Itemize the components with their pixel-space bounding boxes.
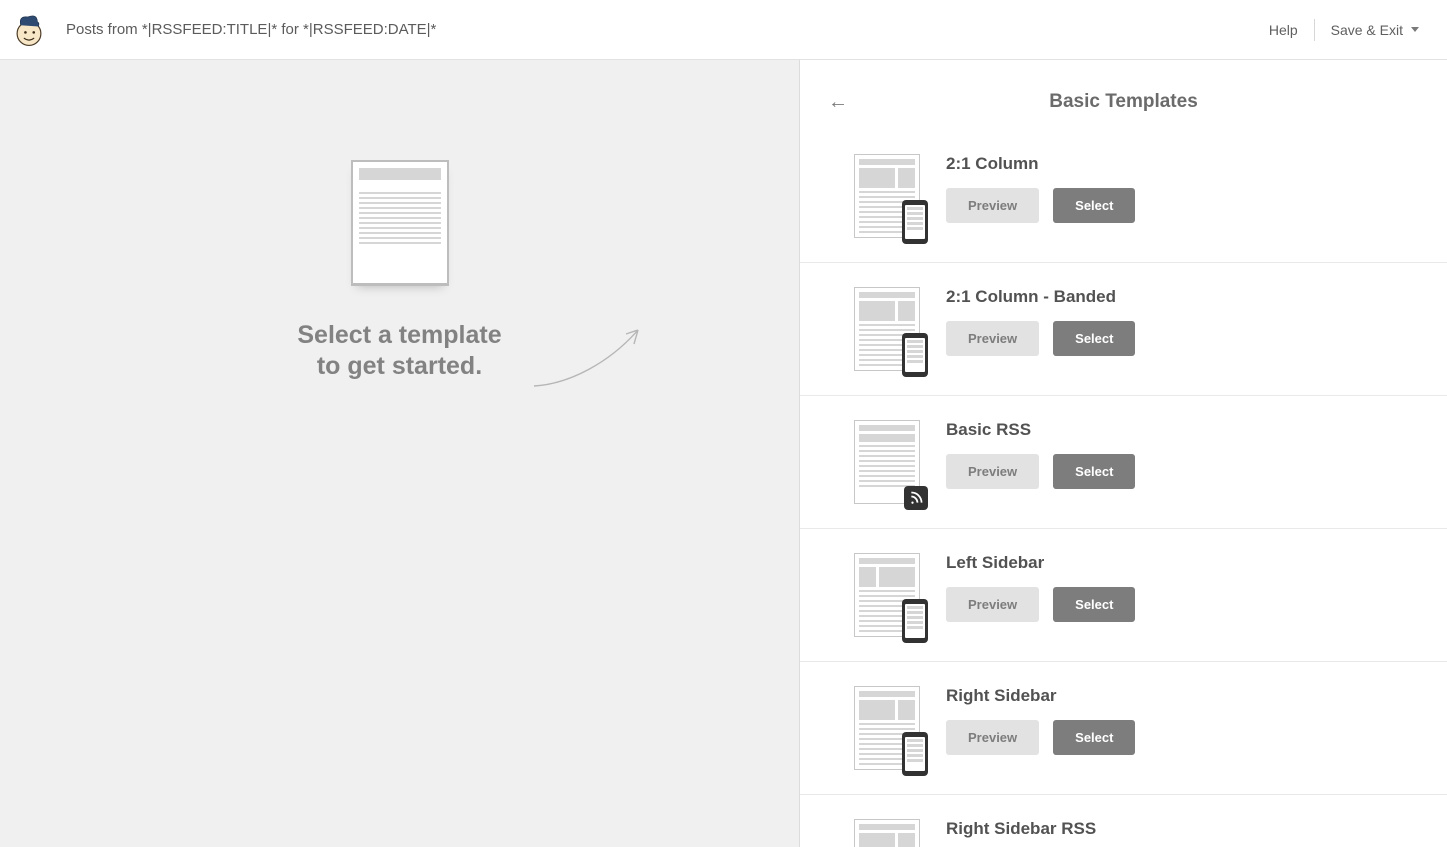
preview-button[interactable]: Preview	[946, 454, 1039, 489]
select-button[interactable]: Select	[1053, 587, 1135, 622]
template-row: Right Sidebar RSSPreviewSelect	[800, 794, 1447, 847]
template-row: Right Sidebar Preview Select	[800, 661, 1447, 794]
template-row: Left Sidebar Preview Select	[800, 528, 1447, 661]
hint-arrow-icon	[530, 320, 650, 390]
template-panel: ← Basic Templates 2:1 Column Preview Selec…	[800, 60, 1447, 847]
select-button[interactable]: Select	[1053, 454, 1135, 489]
back-arrow-icon[interactable]: ←	[828, 91, 848, 114]
template-row: 2:1 Column - Banded Preview Select	[800, 262, 1447, 395]
template-name: Basic RSS	[946, 420, 1419, 440]
page-title: Posts from *|RSSFEED:TITLE|* for *|RSSFE…	[66, 21, 436, 38]
template-thumbnail	[854, 287, 920, 371]
template-name: 2:1 Column - Banded	[946, 287, 1419, 307]
template-thumbnail	[854, 154, 920, 238]
save-exit-label: Save & Exit	[1331, 22, 1403, 38]
preview-button[interactable]: Preview	[946, 587, 1039, 622]
template-list: 2:1 ColumnPreviewSelect2:1 Column - Band…	[800, 144, 1447, 847]
template-thumbnail	[854, 420, 920, 504]
topbar: Posts from *|RSSFEED:TITLE|* for *|RSSFE…	[0, 0, 1447, 60]
mobile-preview-icon	[902, 200, 928, 244]
select-button[interactable]: Select	[1053, 188, 1135, 223]
panel-title: Basic Templates	[848, 91, 1399, 113]
save-and-exit-dropdown[interactable]: Save & Exit	[1321, 16, 1429, 44]
placeholder-document-icon	[351, 160, 449, 286]
template-thumbnail	[854, 819, 920, 847]
template-thumbnail	[854, 553, 920, 637]
select-button[interactable]: Select	[1053, 720, 1135, 755]
template-name: Right Sidebar	[946, 686, 1419, 706]
mobile-preview-icon	[902, 732, 928, 776]
template-row: 2:1 Column Preview Select	[800, 144, 1447, 262]
select-button[interactable]: Select	[1053, 321, 1135, 356]
canvas-empty-message: Select a template to get started.	[297, 320, 501, 383]
panel-header: ← Basic Templates	[800, 60, 1447, 144]
mobile-preview-icon	[902, 599, 928, 643]
template-thumbnail	[854, 686, 920, 770]
help-link[interactable]: Help	[1259, 16, 1308, 44]
rss-icon	[904, 486, 928, 510]
chevron-down-icon	[1411, 27, 1419, 32]
template-name: Right Sidebar RSS	[946, 819, 1419, 839]
mobile-preview-icon	[902, 333, 928, 377]
mailchimp-logo	[10, 11, 48, 49]
topbar-divider	[1314, 19, 1315, 41]
preview-button[interactable]: Preview	[946, 720, 1039, 755]
preview-button[interactable]: Preview	[946, 188, 1039, 223]
template-name: Left Sidebar	[946, 553, 1419, 573]
template-name: 2:1 Column	[946, 154, 1419, 174]
template-row: Basic RSS Preview Select	[800, 395, 1447, 528]
preview-button[interactable]: Preview	[946, 321, 1039, 356]
editor-canvas: Select a template to get started.	[0, 60, 800, 847]
